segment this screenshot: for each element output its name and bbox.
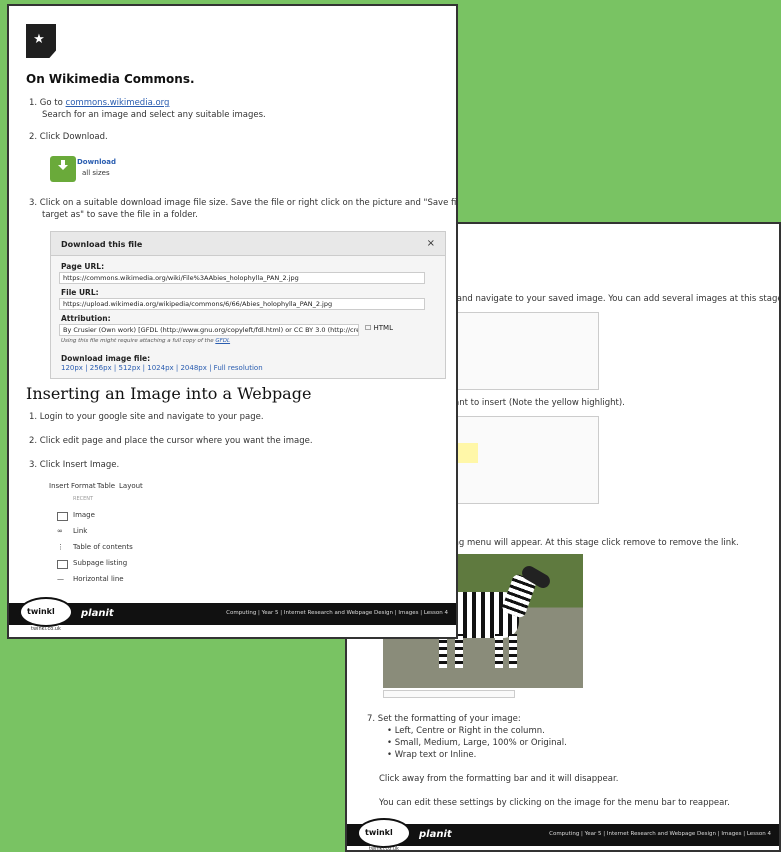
image-icon [57,512,68,521]
attribution-note: Using this file might require attaching … [61,338,231,344]
link-icon: ∞ [57,527,63,535]
menu-item-hr[interactable]: Horizontal line [73,575,124,583]
star-icon: ★ [33,32,45,47]
download-file-label: Download image file: [61,354,151,363]
footer-site: twinkl.co.uk [369,846,399,852]
html-checkbox[interactable]: ☐ HTML [365,324,393,332]
step-3-line-2: target as" to save the file in a folder. [42,210,198,220]
screenshot-1 [437,312,599,390]
menu-item-toc[interactable]: Table of contents [73,543,133,551]
back-para-1: Click away from the formatting bar and i… [379,774,619,784]
twinkl-logo: twinkl [19,597,73,627]
toc-icon: ⋮ [57,543,64,551]
front-footer: twinkl planit Computing | Year 5 | Inter… [9,597,456,627]
download-dialog: Download this file × Page URL: https://c… [50,231,446,379]
star-tab: ★ [26,24,56,58]
footer-credit: Computing | Year 5 | Internet Research a… [226,610,448,616]
bullet-3: • Wrap text or Inline. [387,750,477,760]
back-line-3: owing menu will appear. At this stage cl… [439,538,739,548]
step-3: 3. Click on a suitable download image fi… [29,198,458,208]
file-url-label: File URL: [61,288,99,297]
menu-layout[interactable]: Layout [119,482,143,490]
subpage-icon [57,560,68,569]
menu-format[interactable]: Format [71,482,96,490]
step-2: 2. Click Download. [29,132,108,142]
footer-credit: Computing | Year 5 | Internet Research a… [549,831,771,837]
attribution-label: Attribution: [61,314,111,323]
dialog-title: Download this file [51,232,445,256]
menu-item-image[interactable]: Image [73,511,95,519]
menu-item-subpage[interactable]: Subpage listing [73,559,127,567]
planit-logo: planit [81,608,114,619]
twinkl-logo: twinkl [357,818,411,848]
close-icon[interactable]: × [427,238,435,249]
section-title-wikimedia: On Wikimedia Commons. [26,72,195,86]
back-line-2: u want to insert (Note the yellow highli… [439,398,625,408]
download-icon[interactable] [50,156,76,182]
screenshot-2 [437,416,599,504]
download-sub: all sizes [82,169,110,177]
footer-site: twinkl.co.uk [31,626,61,632]
back-para-2: You can edit these settings by clicking … [379,798,730,808]
s2-step-3: 3. Click Insert Image. [29,460,120,470]
download-sizes[interactable]: 120px | 256px | 512px | 1024px | 2048px … [61,364,263,372]
bullet-2: • Small, Medium, Large, 100% or Original… [387,738,567,748]
bullet-1: • Left, Centre or Right in the column. [387,726,545,736]
commons-link[interactable]: commons.wikimedia.org [66,98,170,108]
step-7: 7. Set the formatting of your image: [367,714,521,724]
format-bar [383,690,515,698]
menu-recent: RECENT [73,496,94,502]
menu-insert[interactable]: Insert [49,482,69,490]
menu-table[interactable]: Table [97,482,115,490]
page-url-field[interactable]: https://commons.wikimedia.org/wiki/File%… [59,272,425,284]
back-footer: twinkl planit Computing | Year 5 | Inter… [347,818,779,848]
planit-logo: planit [419,829,452,840]
menu-item-link[interactable]: Link [73,527,87,535]
front-page: ★ On Wikimedia Commons. 1. Go to commons… [7,4,458,639]
step-1: 1. Go to commons.wikimedia.org [29,98,170,108]
attribution-field[interactable]: By Crusier (Own work) [GFDL (http://www.… [59,324,359,336]
s2-step-1: 1. Login to your google site and navigat… [29,412,264,422]
file-url-field[interactable]: https://upload.wikimedia.org/wikipedia/c… [59,298,425,310]
s2-step-2: 2. Click edit page and place the cursor … [29,436,313,446]
back-line-1: ges and navigate to your saved image. Yo… [439,294,781,304]
step-1-line-2: Search for an image and select any suita… [42,110,266,120]
section-title-inserting: Inserting an Image into a Webpage [26,384,312,403]
page-url-label: Page URL: [61,262,105,271]
download-label[interactable]: Download [77,158,116,166]
hr-icon: — [57,575,64,583]
